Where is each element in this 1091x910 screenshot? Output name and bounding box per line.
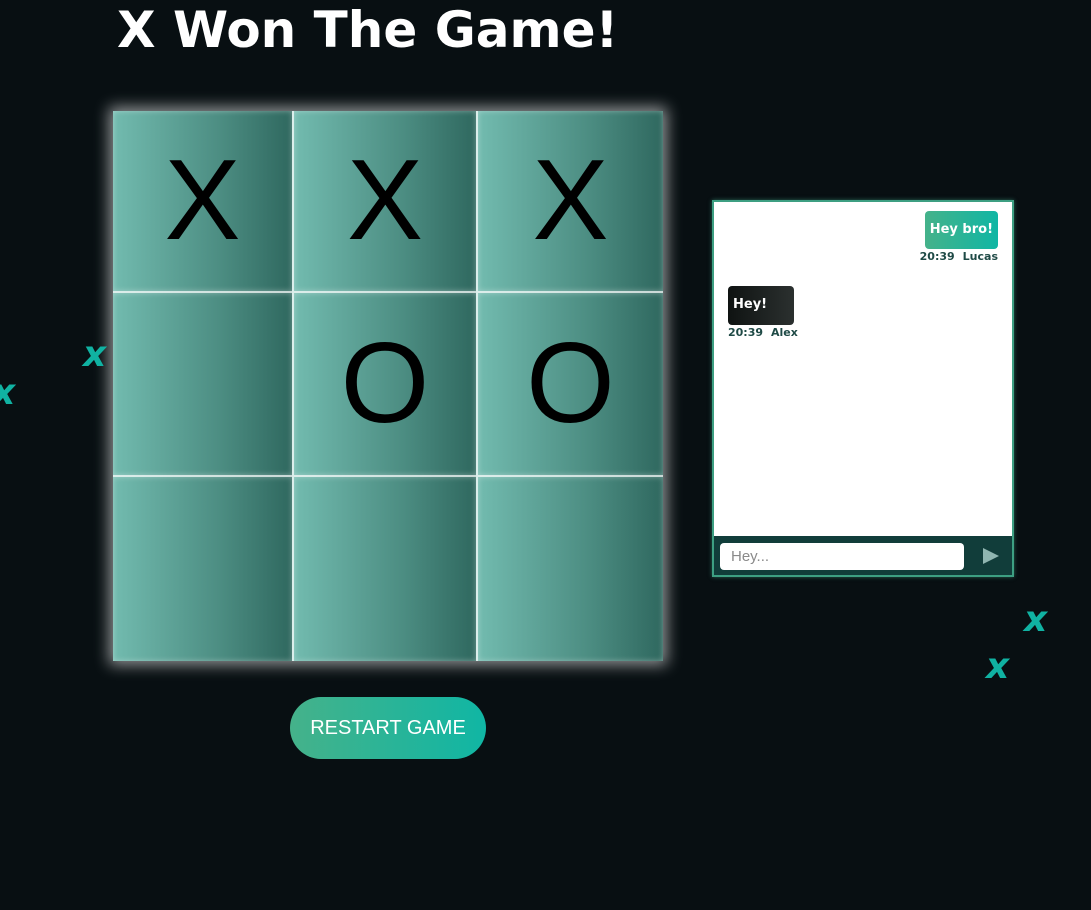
decorative-x-icon: x <box>0 375 15 411</box>
chat-panel: Hey bro! 20:39 Lucas Hey! 20:39 Alex <box>712 200 1014 577</box>
chat-message-time: 20:39 <box>919 250 955 263</box>
board-cell-2-0[interactable] <box>113 477 294 661</box>
play-triangle-icon <box>983 548 999 564</box>
board-cell-1-0[interactable] <box>113 293 294 477</box>
cell-mark: O <box>340 320 430 447</box>
restart-game-button[interactable]: RESTART GAME <box>290 697 486 759</box>
chat-message-outgoing: Hey bro! 20:39 Lucas <box>920 211 998 263</box>
cell-mark: O <box>526 320 615 447</box>
board-cell-2-2[interactable] <box>478 477 663 661</box>
chat-message-time: 20:39 <box>728 326 764 339</box>
chat-bubble: Hey! <box>728 286 795 325</box>
game-page: X Won The Game! X X X O O RESTART GAME H… <box>0 0 1091 910</box>
page-title: X Won The Game! <box>117 1 619 59</box>
send-message-button[interactable] <box>980 545 1002 567</box>
board-cell-0-0[interactable]: X <box>113 111 294 293</box>
cell-mark: X <box>532 137 609 264</box>
chat-message-meta: 20:39 Alex <box>728 326 798 339</box>
decorative-x-icon: x <box>1024 599 1048 640</box>
board-cell-2-1[interactable] <box>294 477 478 661</box>
cell-mark: X <box>164 137 241 264</box>
decorative-x-icon: x <box>83 334 107 375</box>
board-cell-1-2[interactable]: O <box>478 293 663 477</box>
chat-message-incoming: Hey! 20:39 Alex <box>728 286 798 339</box>
chat-message-meta: 20:39 Lucas <box>920 250 998 263</box>
chat-message-input[interactable] <box>720 543 964 570</box>
chat-message-list[interactable]: Hey bro! 20:39 Lucas Hey! 20:39 Alex <box>714 202 1012 536</box>
board-cell-1-1[interactable]: O <box>294 293 478 477</box>
chat-bubble: Hey bro! <box>924 211 998 249</box>
chat-message-author: Alex <box>771 326 798 339</box>
board-cell-0-1[interactable]: X <box>294 111 478 293</box>
chat-input-bar <box>714 536 1012 575</box>
board-cell-0-2[interactable]: X <box>478 111 663 293</box>
chat-message-author: Lucas <box>962 250 998 263</box>
cell-mark: X <box>346 137 424 264</box>
decorative-x-icon: x <box>986 646 1010 687</box>
game-board: X X X O O <box>113 111 663 661</box>
